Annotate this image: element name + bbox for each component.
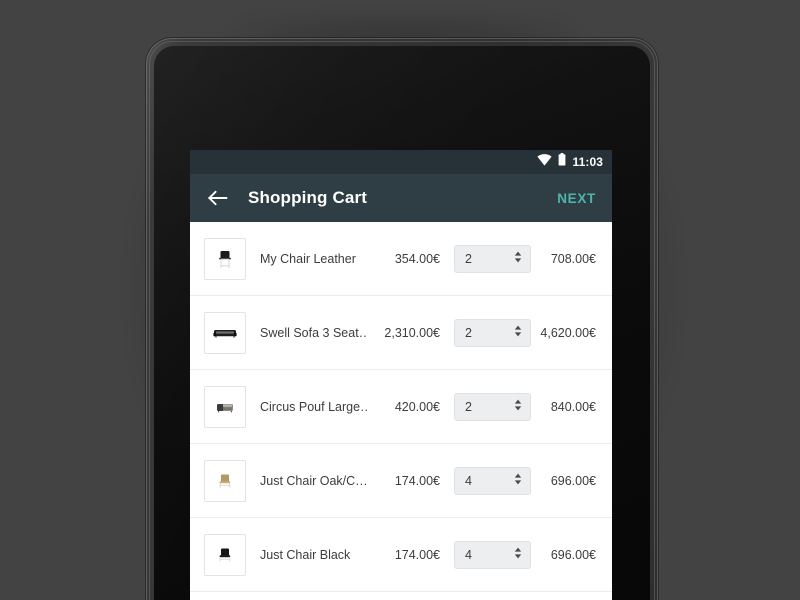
quantity-stepper[interactable]: 2 — [454, 244, 531, 273]
product-name: Just Chair Black — [260, 547, 351, 562]
up-down-stepper-icon[interactable] — [514, 324, 522, 342]
next-button[interactable]: NEXT — [555, 187, 598, 210]
battery-icon — [558, 153, 566, 171]
app-bar: Shopping Cart NEXT — [190, 174, 612, 222]
table-row[interactable]: Circus Pouf Large… 420.00€ 2 840.00€ — [190, 370, 612, 444]
line-total: 840.00€ — [550, 399, 596, 414]
unit-price: 2,310.00€ — [384, 325, 440, 340]
chair-black-thumbnail-icon — [204, 533, 246, 576]
quantity-value: 4 — [465, 473, 472, 488]
unit-price: 354.00€ — [394, 251, 440, 266]
table-row[interactable] — [190, 592, 612, 600]
product-name: Swell Sofa 3 Seat… — [260, 325, 368, 340]
line-total: 4,620.00€ — [540, 325, 596, 340]
quantity-value: 2 — [465, 399, 472, 414]
chair-oak-thumbnail-icon — [204, 459, 246, 502]
page-title: Shopping Cart — [248, 188, 368, 207]
chair-leather-thumbnail-icon — [204, 237, 246, 280]
screenshot-stage: 11:03 Shopping Cart NEXT My Chair Leathe… — [0, 0, 800, 600]
up-down-stepper-icon[interactable] — [514, 546, 522, 564]
line-total: 708.00€ — [550, 251, 596, 266]
quantity-stepper[interactable]: 2 — [454, 318, 531, 347]
table-row[interactable]: Swell Sofa 3 Seat… 2,310.00€ 2 4,620.00€ — [190, 296, 612, 370]
table-row[interactable]: Just Chair Black 174.00€ 4 696.00€ — [190, 518, 612, 592]
wifi-icon — [537, 153, 553, 171]
android-status-bar: 11:03 — [190, 150, 612, 174]
unit-price: 174.00€ — [394, 547, 440, 562]
status-bar-clock: 11:03 — [572, 155, 603, 169]
product-name: Just Chair Oak/C… — [260, 473, 368, 488]
unit-price: 174.00€ — [394, 473, 440, 488]
quantity-stepper[interactable]: 4 — [454, 540, 531, 569]
table-row[interactable]: Just Chair Oak/C… 174.00€ 4 696.00€ — [190, 444, 612, 518]
cart-items-list[interactable]: My Chair Leather 354.00€ 2 708.00€ Swell… — [190, 222, 612, 600]
quantity-value: 2 — [465, 325, 472, 340]
app-screen: 11:03 Shopping Cart NEXT My Chair Leathe… — [190, 150, 612, 600]
quantity-value: 4 — [465, 547, 472, 562]
unit-price: 420.00€ — [394, 399, 440, 414]
product-name: My Chair Leather — [260, 251, 356, 266]
up-down-stepper-icon[interactable] — [514, 398, 522, 416]
quantity-stepper[interactable]: 4 — [454, 466, 531, 495]
sofa-thumbnail-icon — [204, 311, 246, 354]
quantity-value: 2 — [465, 251, 472, 266]
up-down-stepper-icon[interactable] — [514, 472, 522, 490]
line-total: 696.00€ — [550, 473, 596, 488]
up-down-stepper-icon[interactable] — [514, 250, 522, 268]
pouf-thumbnail-icon — [204, 385, 246, 428]
line-total: 696.00€ — [550, 547, 596, 562]
back-arrow-icon[interactable] — [206, 186, 230, 210]
status-bar-icons: 11:03 — [537, 153, 603, 171]
quantity-stepper[interactable]: 2 — [454, 392, 531, 421]
product-name: Circus Pouf Large… — [260, 399, 368, 414]
table-row[interactable]: My Chair Leather 354.00€ 2 708.00€ — [190, 222, 612, 296]
